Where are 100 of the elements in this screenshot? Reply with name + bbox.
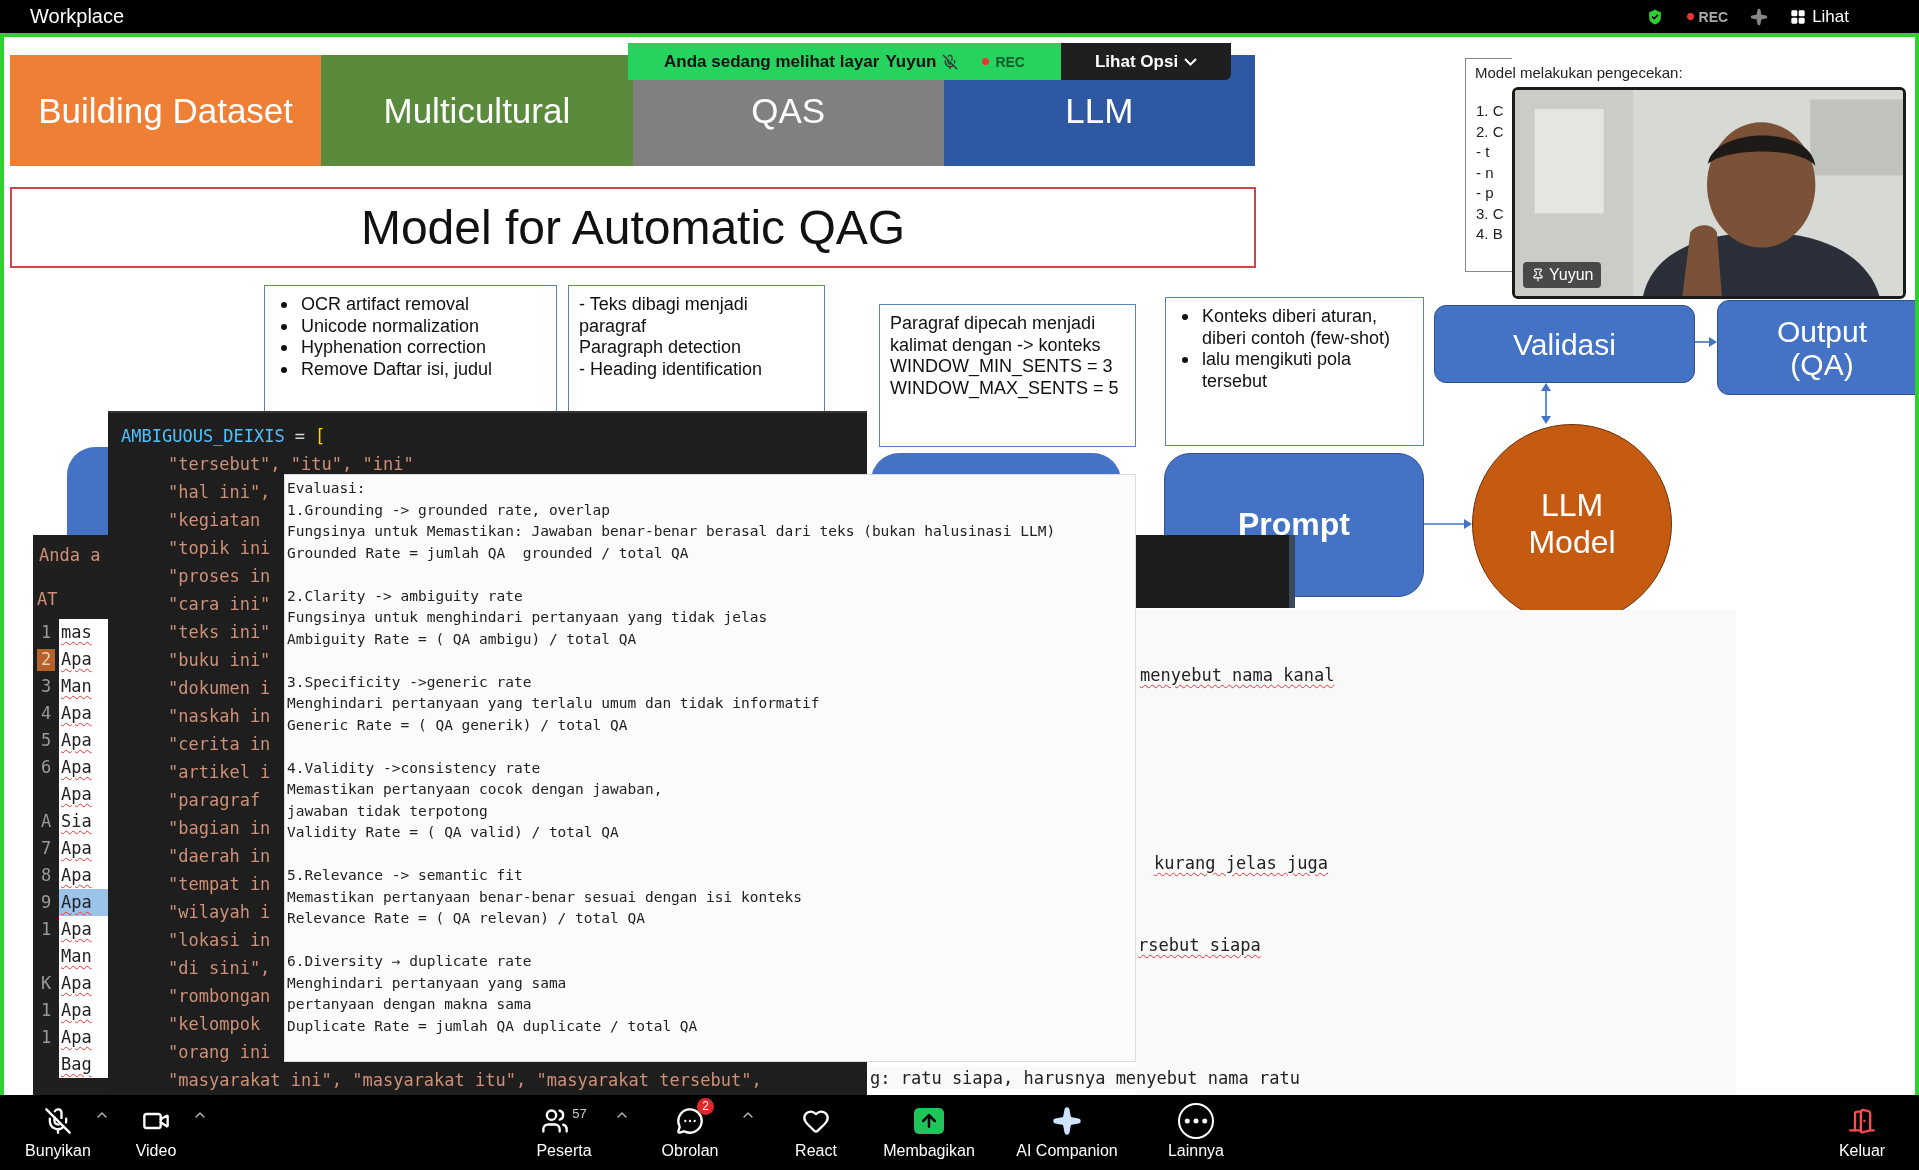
box-text: - p [1476,183,1495,203]
list-item: Apa [59,889,108,916]
leave-button[interactable]: Keluar [1827,1095,1897,1170]
box-text: - t [1476,142,1491,162]
connector-arrow [1695,336,1717,348]
connector-arrow [1540,383,1552,424]
list-item: Apa [59,997,108,1024]
output-block: Output (QA) [1717,300,1915,395]
list-item: Apa [59,700,108,727]
toolbar-button[interactable]: React [766,1095,866,1170]
caret-icon [1184,57,1198,66]
toolbar-button[interactable]: Bunyikan [18,1095,98,1170]
popup-text: Menghindari pertanyaan yang sama [287,973,568,993]
window-text: AT [36,588,59,611]
box-text: Paragraf dipecah menjadi kalimat dengan -> konteks [890,313,1101,355]
box-text: - Teks dibagi menjadi paragraf [579,294,748,336]
people-icon [541,1106,570,1135]
chat-bubble-icon [676,1106,704,1135]
sparkle-icon[interactable] [1750,7,1769,26]
popup-text: Memastikan pertanyaan benar-benar sesuai dengan isi konteks [287,887,804,907]
code-line: "tempat in [168,873,271,896]
code-line: "wilayah i [168,901,271,924]
list-item: Sia [59,808,108,835]
popup-text: Duplicate Rate = jumlah QA duplicate / total QA [287,1016,699,1036]
list-item: Apa [59,862,108,889]
toolbar-button[interactable]: AI Companion [992,1095,1142,1170]
code-line: "buku ini" [168,649,271,672]
view-options-button[interactable]: Lihat Opsi [1061,43,1232,80]
participant-count: 57 [572,1105,587,1121]
toolbar-button[interactable]: Membagikan [870,1095,988,1170]
toolbar-button[interactable]: Video [116,1095,196,1170]
popup-text: 4.Validity ->consistency rate [287,758,542,778]
popup-text: Fungsinya untuk menghindari pertanyaan yang tidak jelas [287,608,769,627]
box-text: WINDOW_MAX_SENTS = 5 [890,377,1119,398]
list-item: Man [59,673,108,700]
box-text: Paragraph detection [579,337,742,357]
list-item: Apa [59,781,108,808]
app-title: Workplace [30,5,125,28]
box-text: 4. B [1476,224,1504,244]
code-line: "di sini", [168,957,271,980]
popup-text: 3.Specificity ->generic rate [287,672,533,692]
recording-indicator: REC [1686,8,1729,25]
line-number: 2 [37,648,55,671]
document-text: rsebut siapa [1138,935,1261,955]
toolbar-button[interactable]: 2 Obrolan [640,1095,740,1170]
code-line: "tersebut", "itu", "ini" [168,453,414,476]
validation-block: Validasi [1434,305,1695,383]
more-icon [1178,1102,1214,1139]
bullet-icon [281,323,287,330]
popup-text: Generic Rate = ( QA generik) / total QA [287,715,629,735]
toolbar-button[interactable]: Lainnya [1146,1095,1246,1170]
list-item: mas [59,619,108,646]
view-button[interactable]: Lihat [1790,6,1849,27]
box-text: OCR artifact removal [301,294,470,316]
unread-badge: 2 [697,1097,714,1115]
list-item: Apa [59,646,108,673]
box-text: - Heading identification [579,358,763,379]
document-text: menyebut nama kanal [1140,665,1335,685]
code-line: "kelompok [168,1013,261,1036]
window-text: Anda a [38,544,102,567]
code-line: "daerah in [168,845,271,868]
bullet-icon [1182,314,1188,320]
code-line: "teks ini" [168,621,271,644]
box-text: Hyphenation correction [301,337,487,359]
toolbar-button[interactable]: 57 Peserta [514,1095,614,1170]
door-icon [1848,1106,1876,1135]
box-text: - n [1476,162,1495,183]
popup-text: Ambiguity Rate = ( QA ambigu) / total QA [287,629,638,649]
grid-icon [1790,8,1807,25]
box-heading: Model melakukan pengecekan: [1475,64,1683,81]
code-line: "naskah in [168,705,271,728]
code-line: "cara ini" [168,593,271,616]
document-text: kurang jelas juga [1154,853,1328,873]
list-item: Man [59,943,108,970]
code-variable: AMBIGUOUS_DEIXIS [121,425,285,448]
popup-text: Fungsinya untuk Memastikan: Jawaban benar-benar berasal dari teks (bukan halusinasi LLM) [287,522,1057,541]
code-bracket: [ [315,425,326,448]
code-line: "orang ini [168,1041,271,1064]
recording-indicator: REC [982,53,1025,70]
list-item: Bag [59,1051,108,1078]
list-item: Apa [59,727,108,754]
list-item: Apa [59,754,108,781]
box-text: 1. C [1476,101,1505,121]
popup-text: pertanyaan dengan makna sama [287,995,533,1014]
connector-arrow [1424,518,1472,530]
popup-text: 2.Clarity -> ambiguity rate [287,586,524,606]
box-text: 2. C [1476,121,1505,142]
box-text: Konteks diberi aturan, diberi contoh (few-shot) [1202,306,1392,349]
slide-title: Model for Automatic QAG [10,187,1256,268]
box-text: WINDOW_MIN_SENTS = 3 [890,356,1113,376]
list-item: Apa [59,1024,108,1051]
box-text: Remove Daftar isi, judul [301,358,493,380]
box-text: Unicode normalization [301,315,480,337]
popup-text: 1.Grounding -> grounded rate, overlap [287,500,611,520]
popup-text: Menghindari pertanyaan yang terlalu umum dan tidak informatif [287,694,821,713]
bullet-icon [281,302,287,308]
list-item: Apa [59,916,108,943]
code-line: "topik ini [168,537,271,560]
popup-text: 6.Diversity → duplicate rate [287,952,533,971]
popup-text: Relevance Rate = ( QA relevan) / total QA [287,909,646,928]
